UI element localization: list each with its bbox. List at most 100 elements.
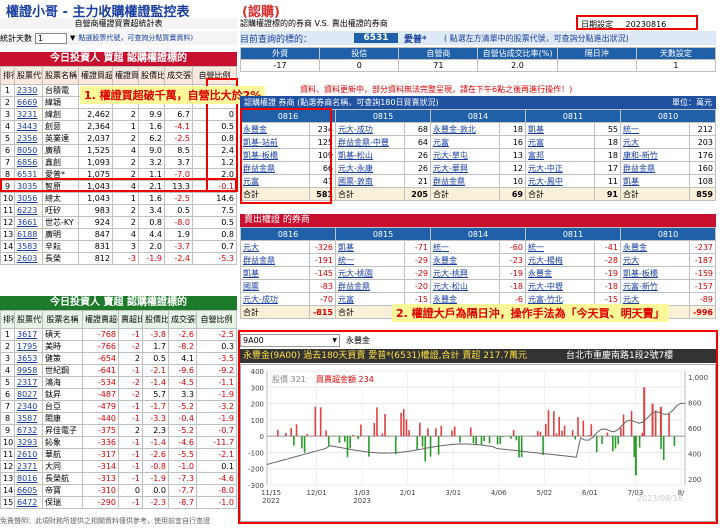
net-bar <box>295 424 298 437</box>
broker-amount-cell: -191 <box>308 253 337 267</box>
broker-name-link[interactable]: 群益金鼎 <box>240 253 310 267</box>
broker-name-link[interactable]: 群益金鼎 <box>335 279 405 293</box>
broker-name-link[interactable]: 元富-新竹 <box>620 279 690 293</box>
broker-name-link[interactable]: 群益金鼎 <box>430 174 500 188</box>
broker-name-link[interactable]: 群益金鼎-中豐 <box>335 135 405 149</box>
chevron-down-icon[interactable]: ▼ <box>332 335 337 346</box>
stock-code-link[interactable]: 2330 <box>14 84 43 97</box>
stock-code-link[interactable]: 8027 <box>14 388 43 401</box>
broker-name-link[interactable]: 群益金鼎 <box>620 161 690 175</box>
net-bar <box>453 426 456 437</box>
stock-code-link[interactable]: 6223 <box>14 204 43 217</box>
stock-code-link[interactable]: 3661 <box>14 216 43 229</box>
stock-code-link[interactable]: 3293 <box>14 436 43 449</box>
stats-days-select[interactable]: 1 <box>35 32 67 44</box>
stock-code-link[interactable]: 6605 <box>14 484 43 497</box>
rank-cell: 8 <box>0 412 15 425</box>
broker-name-link[interactable]: 元大-成功 <box>335 122 405 136</box>
broker-name-link[interactable]: 元大-成功 <box>240 292 310 306</box>
broker-name-link[interactable]: 元大-永康 <box>335 161 405 175</box>
broker-name-link[interactable]: 康和-新竹 <box>620 148 690 162</box>
stock-code-link[interactable]: 6472 <box>14 496 43 509</box>
stock-code-link[interactable]: 3583 <box>14 240 43 253</box>
broker-name-link[interactable]: 永豐金-敦北 <box>430 122 500 136</box>
net-bar <box>673 436 676 446</box>
stock-code-link[interactable]: 3231 <box>14 108 43 121</box>
broker-name-link[interactable]: 元大-華興 <box>430 161 500 175</box>
broker-name-link[interactable]: 永豐金 <box>525 266 595 280</box>
broker-name-link[interactable]: 元富 <box>430 135 500 149</box>
broker-name-link[interactable]: 凱基 <box>240 266 310 280</box>
net-bar <box>582 420 585 437</box>
broker-name-link[interactable]: 元大-中正 <box>525 161 595 175</box>
broker-name-link[interactable]: 統一 <box>335 253 405 267</box>
broker-name-link[interactable]: 元大 <box>620 135 690 149</box>
net-bar <box>630 410 633 437</box>
broker-name-link[interactable]: 統一 <box>620 122 690 136</box>
broker-name-link[interactable]: 國票-敦南 <box>335 174 405 188</box>
stock-code-link[interactable]: 6732 <box>14 424 43 437</box>
broker-name-link[interactable]: 元大-中壢 <box>525 279 595 293</box>
net-bar <box>534 436 536 437</box>
broker-name-link[interactable]: 統一 <box>525 240 595 254</box>
stock-code-link[interactable]: 1795 <box>14 340 43 353</box>
broker-name-link[interactable]: 元大-桃園 <box>335 266 405 280</box>
broker-name-link[interactable]: 凱基 <box>620 174 690 188</box>
broker-name-link[interactable]: 永豐金 <box>620 240 690 254</box>
stock-code-link[interactable]: 6669 <box>14 96 43 109</box>
stock-name-cell: 創意 <box>42 120 79 133</box>
rank-cell: 9 <box>0 424 15 437</box>
rank-cell: 11 <box>0 448 15 461</box>
x-tick-label: 5/02 <box>536 489 552 497</box>
dropdown-arrow-icon[interactable]: ▼ <box>70 34 75 42</box>
broker-name-link[interactable]: 元大-鳳中 <box>525 174 595 188</box>
stock-code-link[interactable]: 2317 <box>14 376 43 389</box>
stock-code-link[interactable]: 3653 <box>14 352 43 365</box>
stock-code-link[interactable]: 3443 <box>14 120 43 133</box>
broker-select[interactable]: 9A00 ▼ <box>240 334 340 347</box>
broker-name-link[interactable]: 元大 <box>240 240 310 254</box>
stock-code-link[interactable]: 3056 <box>14 192 43 205</box>
sell-amount-cell: -534 <box>82 376 119 389</box>
broker-name-link[interactable]: 永豐金 <box>430 253 500 267</box>
broker-name-link[interactable]: 凱基 <box>525 122 595 136</box>
ratio-cell: 4 <box>112 228 139 241</box>
net-bar <box>555 433 558 437</box>
broker-name-link[interactable]: 元大 <box>620 253 690 267</box>
sell-amount-cell: -310 <box>82 484 119 497</box>
stock-code-link[interactable]: 2356 <box>14 132 43 145</box>
stock-code-link[interactable]: 2610 <box>14 448 43 461</box>
broker-amount-cell: 17 <box>593 161 622 175</box>
stock-code-link[interactable]: 3587 <box>14 412 43 425</box>
stock-code-link[interactable]: 2603 <box>14 252 43 265</box>
broker-name-link[interactable]: 元大-草屯 <box>430 148 500 162</box>
stock-code-link[interactable]: 6856 <box>14 156 43 169</box>
stock-name-cell: 世紀鋼 <box>42 364 83 377</box>
stock-code-link[interactable]: 8016 <box>14 472 43 485</box>
broker-name-link[interactable]: 國票 <box>240 279 310 293</box>
stock-code-link[interactable]: 8050 <box>14 144 43 157</box>
stock-code-link[interactable]: 2340 <box>14 400 43 413</box>
buy-amount-cell: 1,525 <box>78 144 113 157</box>
rank-cell: 5 <box>0 376 15 389</box>
broker-name-link[interactable]: 凱基 <box>335 240 405 254</box>
broker-name-link[interactable]: 元大-松山 <box>430 279 500 293</box>
date-setting[interactable]: 日期設定 20230816 <box>576 15 698 30</box>
price-change-cell: -3.8 <box>142 328 169 341</box>
stock-code-link[interactable]: 2371 <box>14 460 43 473</box>
net-bar <box>502 436 504 437</box>
x-tick-label: 4/06 <box>491 489 507 497</box>
broker-name-link[interactable]: 凱基-板橋 <box>620 266 690 280</box>
broker-name-link[interactable]: 富邦 <box>525 148 595 162</box>
broker-name-link[interactable]: 統一 <box>430 240 500 254</box>
stock-code-link[interactable]: 9958 <box>14 364 43 377</box>
chart-title: 永豐金(9A00) 過去180天買賣 愛普*(6531)權證,合計 賣超 217… <box>243 351 528 361</box>
broker-name-link[interactable]: 元富 <box>525 135 595 149</box>
broker-name-link[interactable]: 元大-桃興 <box>430 266 500 280</box>
net-bar <box>405 419 408 437</box>
stock-code-link[interactable]: 6188 <box>14 228 43 241</box>
broker-name-link[interactable]: 凱基-松山 <box>335 148 405 162</box>
broker-name-link[interactable]: 元大-楊梅 <box>525 253 595 267</box>
stock-code-link[interactable]: 3617 <box>14 328 43 341</box>
query-code[interactable]: 6531 <box>354 33 398 43</box>
